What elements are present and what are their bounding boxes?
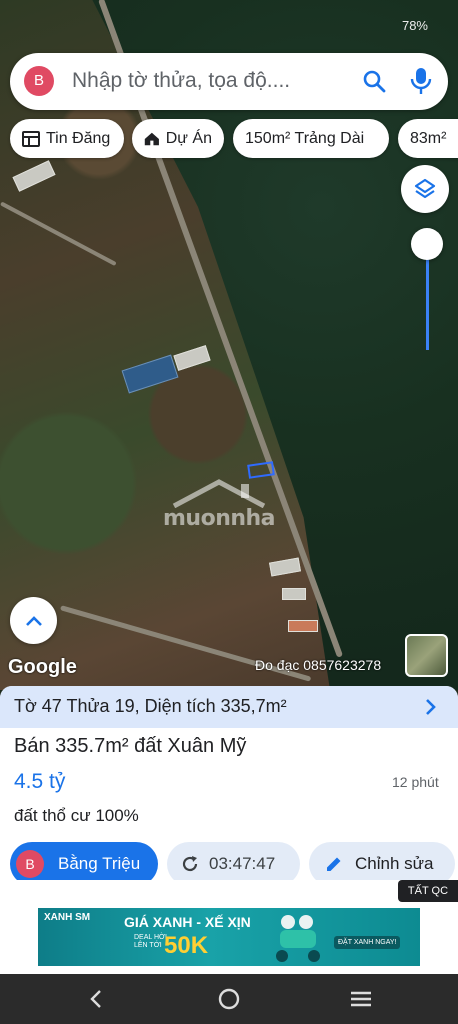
chip-150m2-trang-dai[interactable]: 150m² Trảng Dài [233, 119, 389, 158]
pencil-icon [327, 857, 341, 871]
plot-info-bar[interactable]: Tờ 47 Thửa 19, Diện tích 335,7m² [0, 686, 458, 728]
filter-chips: Tin Đăng Dự Án 150m² Trảng Dài 83m² [0, 119, 458, 159]
ad-banner[interactable]: XANH SM GIÁ XANH - XẾ XỊN DEAL HỜI LÊN TỚ… [38, 908, 420, 966]
home-circle-icon[interactable] [216, 986, 242, 1012]
chip-label: 150m² Trảng Dài [245, 129, 365, 147]
ad-area: TẤT QC XANH SM GIÁ XANH - XẾ XỊN DEAL HỜ… [0, 880, 458, 974]
chip-label: Dự Án [165, 129, 212, 147]
listing-sheet: Tờ 47 Thửa 19, Diện tích 335,7m² Bán 335… [0, 686, 458, 906]
plot-info-text: Tờ 47 Thửa 19, Diện tích 335,7m² [14, 696, 287, 716]
recents-icon[interactable] [348, 986, 374, 1012]
google-logo: Google [8, 656, 77, 678]
building-roof [282, 588, 306, 600]
scooter-rider-illustration [276, 915, 320, 962]
chip-label: Tin Đăng [46, 129, 111, 147]
opacity-slider[interactable] [410, 228, 446, 353]
ad-deal-text: DEAL HỜI LÊN TỚI [134, 934, 167, 949]
layers-icon [414, 178, 436, 199]
chip-label: 83m² [410, 129, 447, 147]
muonnha-watermark: muonnha [163, 478, 303, 531]
news-icon [22, 130, 40, 147]
satellite-map[interactable]: muonnha 78% B Nhập tờ thửa, tọa độ.... T… [0, 0, 458, 690]
listing-time-ago: 12 phút [392, 774, 439, 790]
slider-thumb[interactable] [411, 228, 443, 260]
listing-title[interactable]: Bán 335.7m² đất Xuân Mỹ [14, 735, 246, 758]
layers-button[interactable] [401, 165, 449, 213]
expand-sheet-button[interactable] [10, 597, 57, 644]
mic-icon[interactable] [410, 67, 432, 100]
search-bar[interactable]: B Nhập tờ thửa, tọa độ.... [10, 53, 448, 110]
listing-price: 4.5 tỷ [14, 770, 66, 793]
ad-cta: ĐẶT XANH NGAY! [334, 936, 401, 949]
refresh-icon [182, 856, 198, 872]
android-nav-bar [0, 974, 458, 1024]
house-roof-icon [172, 479, 266, 508]
ad-amount: 50K [164, 932, 209, 959]
listing-note: đất thổ cư 100% [14, 806, 139, 825]
chip-tin-dang[interactable]: Tin Đăng [10, 119, 124, 158]
user-avatar[interactable]: B [24, 66, 54, 96]
ad-close-label[interactable]: TẤT QC [398, 880, 458, 902]
user-name: Bằng Triệu [58, 854, 141, 873]
chevron-right-icon[interactable] [424, 698, 436, 721]
back-icon[interactable] [84, 986, 110, 1012]
ad-headline: GIÁ XANH - XẾ XỊN [124, 914, 251, 930]
search-input[interactable]: Nhập tờ thửa, tọa độ.... [72, 69, 290, 93]
home-icon [144, 132, 159, 145]
watermark-text: muonnha [163, 506, 276, 531]
battery-level: 78% [401, 18, 428, 33]
chip-du-an[interactable]: Dự Án [132, 119, 224, 158]
chevron-up-icon [25, 615, 42, 626]
survey-contact-text: Đo đạc 0857623278 [255, 657, 382, 673]
map-thumbnail-button[interactable] [405, 634, 448, 677]
chip-83m2[interactable]: 83m² [398, 119, 458, 158]
building-roof [288, 620, 318, 632]
status-bar: 78% [0, 0, 458, 52]
edit-label: Chỉnh sửa [355, 854, 434, 873]
user-avatar: B [16, 850, 44, 878]
ad-brand: XANH SM [44, 912, 91, 923]
search-icon[interactable] [362, 69, 386, 98]
refresh-time: 03:47:47 [209, 854, 276, 873]
